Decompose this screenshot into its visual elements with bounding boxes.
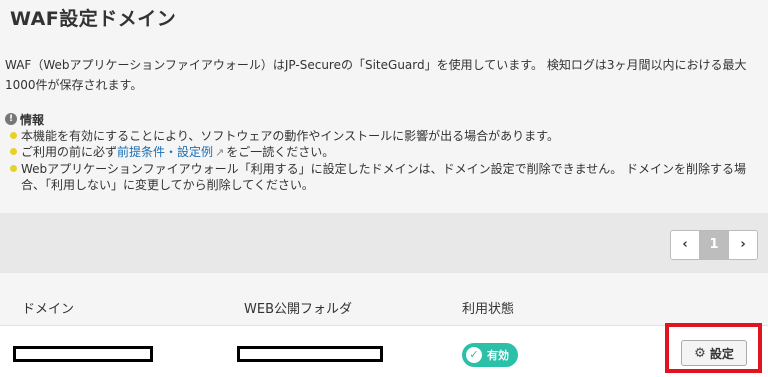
settings-button[interactable]: ⚙ 設定	[681, 340, 747, 366]
info-item-text: Webアプリケーションファイアウォール「利用する」に設定したドメインは、ドメイン…	[21, 162, 747, 192]
pagination-bar: ‹ 1 ›	[0, 213, 768, 273]
column-header-status: 利用状態	[462, 302, 515, 317]
current-page-button[interactable]: 1	[699, 231, 729, 259]
redacted-domain	[13, 346, 153, 362]
info-list: 本機能を有効にすることにより、ソフトウェアの動作やインストールに影響が出る場合が…	[10, 128, 765, 193]
table-row: ✓ 有効	[0, 325, 768, 377]
info-heading: 情報	[20, 112, 45, 127]
status-badge: ✓ 有効	[462, 343, 518, 367]
bullet-icon	[10, 132, 17, 139]
bullet-icon	[10, 165, 17, 172]
prerequisites-link[interactable]: 前提条件・設定例	[117, 145, 213, 159]
column-header-folder: WEB公開フォルダ	[244, 302, 352, 317]
bullet-icon	[10, 148, 17, 155]
redacted-folder	[237, 346, 383, 362]
gear-icon: ⚙	[694, 345, 706, 361]
info-item-pre: ご利用の前に必ず	[21, 145, 118, 159]
info-item-post: をご一読ください。	[226, 145, 335, 159]
column-header-domain: ドメイン	[22, 302, 75, 317]
info-panel: ! 情報 本機能を有効にすることにより、ソフトウェアの動作やインストールに影響が…	[5, 110, 765, 193]
info-header: ! 情報	[5, 110, 765, 128]
pagination: ‹ 1 ›	[670, 230, 758, 260]
info-item-text: 本機能を有効にすることにより、ソフトウェアの動作やインストールに影響が出る場合が…	[21, 129, 559, 143]
external-link-icon[interactable]: ↗	[215, 146, 224, 159]
next-page-button[interactable]: ›	[729, 231, 757, 259]
status-label: 有効	[487, 349, 509, 362]
page-title: WAF設定ドメイン	[10, 8, 177, 30]
info-item: Webアプリケーションファイアウォール「利用する」に設定したドメインは、ドメイン…	[10, 161, 765, 193]
table-header: ドメイン WEB公開フォルダ 利用状態	[0, 273, 768, 325]
settings-button-label: 設定	[709, 346, 734, 361]
prev-page-button[interactable]: ‹	[671, 231, 699, 259]
info-item: 本機能を有効にすることにより、ソフトウェアの動作やインストールに影響が出る場合が…	[10, 128, 765, 144]
info-item: ご利用の前に必ず前提条件・設定例 ↗ をご一読ください。	[10, 144, 765, 161]
intro-text: WAF（Webアプリケーションファイアウォール）はJP-Secureの「Site…	[5, 58, 747, 92]
check-icon: ✓	[466, 347, 482, 363]
info-icon: !	[5, 113, 17, 125]
